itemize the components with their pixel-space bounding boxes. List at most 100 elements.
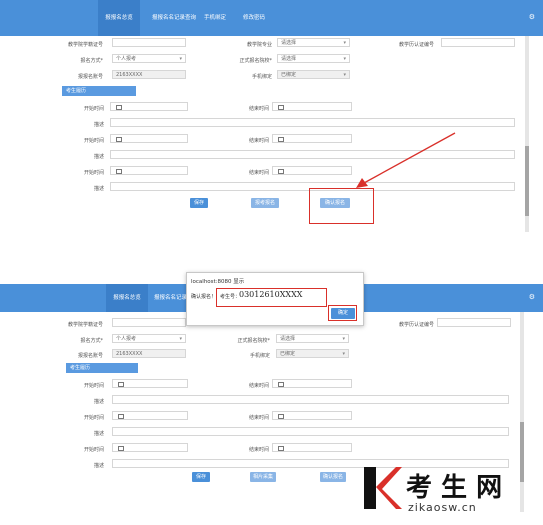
- method-label: 报名方式*: [80, 338, 103, 344]
- start-date-input[interactable]: [112, 443, 188, 452]
- chevron-down-icon: ▾: [342, 336, 345, 342]
- start-date-input[interactable]: [110, 166, 188, 175]
- calendar-icon: [278, 137, 284, 142]
- end-date-input[interactable]: [272, 443, 352, 452]
- desc-label: 描述: [93, 431, 104, 437]
- major-select[interactable]: 请选择 ▾: [277, 38, 350, 47]
- id-input[interactable]: [437, 318, 511, 327]
- phone-select[interactable]: 已绑定 ▾: [276, 349, 349, 358]
- start-date-input[interactable]: [110, 134, 188, 143]
- desc-label: 描述: [93, 154, 104, 160]
- end-label: 结束时间: [248, 383, 269, 389]
- cert-input[interactable]: [112, 318, 186, 327]
- desc-input[interactable]: [112, 395, 509, 404]
- watermark: 考 生 网 zikaosw.cn: [362, 465, 540, 520]
- photo-button[interactable]: 相片采集: [250, 472, 276, 482]
- end-date-input[interactable]: [272, 166, 352, 175]
- end-label: 结束时间: [248, 447, 269, 453]
- start-date-input[interactable]: [110, 102, 188, 111]
- section-header: 考生履历: [62, 86, 136, 96]
- school-select[interactable]: 请选择 ▾: [277, 54, 350, 63]
- desc-label: 描述: [93, 186, 104, 192]
- start-label: 开始时间: [83, 415, 104, 421]
- calendar-icon: [118, 446, 124, 451]
- cert-input[interactable]: [112, 38, 186, 47]
- calendar-icon: [278, 446, 284, 451]
- highlight-box: [309, 188, 374, 224]
- calendar-icon: [118, 382, 124, 387]
- method-label: 报名方式*: [80, 58, 103, 64]
- watermark-url: zikaosw.cn: [408, 501, 477, 514]
- chevron-down-icon: ▾: [342, 351, 345, 357]
- chevron-down-icon: ▾: [343, 72, 346, 78]
- highlight-box: [216, 288, 327, 307]
- desc-input[interactable]: [110, 118, 515, 127]
- id-input[interactable]: [441, 38, 515, 47]
- calendar-icon: [278, 382, 284, 387]
- calendar-icon: [116, 137, 122, 142]
- end-date-input[interactable]: [272, 411, 352, 420]
- calendar-icon: [278, 105, 284, 110]
- major-label: 教学院专业: [246, 42, 272, 48]
- chevron-down-icon: ▾: [343, 56, 346, 62]
- acct-field: 2163XXXX: [112, 70, 186, 79]
- tab-overview[interactable]: 报报名总览: [106, 284, 148, 312]
- gear-icon[interactable]: ⚙: [529, 293, 535, 301]
- end-label: 结束时间: [248, 138, 269, 144]
- scrollbar[interactable]: [525, 36, 529, 232]
- tab-phone[interactable]: 手机绑定: [204, 0, 226, 36]
- school-label: 正式报名院校*: [239, 58, 272, 64]
- start-date-input[interactable]: [112, 411, 188, 420]
- desc-input[interactable]: [112, 427, 509, 436]
- calendar-icon: [278, 169, 284, 174]
- section-header: 考生履历: [66, 363, 138, 373]
- desc-label: 描述: [93, 463, 104, 469]
- logo-mark: [362, 465, 402, 511]
- id-label: 教学历认证编号: [398, 42, 434, 48]
- dialog-message-label: 确认报名！: [191, 294, 217, 300]
- start-label: 开始时间: [83, 170, 104, 176]
- highlight-box: [328, 305, 357, 321]
- chevron-down-icon: ▾: [179, 56, 182, 62]
- method-select[interactable]: 个人报考 ▾: [112, 334, 186, 343]
- top-nav: 报报名总览 报报名名记录查询 手机绑定 修改密码 ⚙: [0, 0, 543, 36]
- calendar-icon: [116, 105, 122, 110]
- save-button[interactable]: 保存: [192, 472, 210, 482]
- school-select[interactable]: 请选择 ▾: [276, 334, 349, 343]
- tab-password[interactable]: 修改密码: [243, 0, 265, 36]
- acct-label: 报报名账号: [77, 353, 103, 359]
- acct-label: 报报名账号: [77, 74, 103, 80]
- top-screenshot: 报报名总览 报报名名记录查询 手机绑定 修改密码 ⚙ 教学院学籍证号 教学院专业…: [0, 0, 543, 238]
- end-date-input[interactable]: [272, 102, 352, 111]
- desc-label: 描述: [93, 399, 104, 405]
- end-date-input[interactable]: [272, 379, 352, 388]
- save-button[interactable]: 保存: [190, 198, 208, 208]
- scrollbar-thumb[interactable]: [525, 146, 529, 216]
- calendar-icon: [116, 169, 122, 174]
- phone-select[interactable]: 已绑定 ▾: [277, 70, 350, 79]
- exam-button[interactable]: 报考报名: [251, 198, 279, 208]
- calendar-icon: [118, 414, 124, 419]
- chevron-down-icon: ▾: [343, 40, 346, 46]
- tab-records[interactable]: 报报名名记录查询: [152, 0, 196, 36]
- end-label: 结束时间: [248, 170, 269, 176]
- start-label: 开始时间: [83, 138, 104, 144]
- end-date-input[interactable]: [272, 134, 352, 143]
- method-select[interactable]: 个人报考 ▾: [112, 54, 186, 63]
- dialog-title: localhost:8080 显示: [191, 279, 245, 285]
- calendar-icon: [278, 414, 284, 419]
- end-label: 结束时间: [248, 106, 269, 112]
- tab-overview[interactable]: 报报名总览: [98, 0, 140, 36]
- watermark-title: 考 生 网: [406, 473, 503, 503]
- acct-field: 2163XXXX: [112, 349, 186, 358]
- phone-label: 手机绑定: [249, 353, 270, 359]
- chevron-down-icon: ▾: [179, 336, 182, 342]
- desc-input[interactable]: [110, 150, 515, 159]
- gear-icon[interactable]: ⚙: [529, 13, 535, 21]
- id-label: 教学历认证编号: [398, 322, 434, 328]
- cert-label: 教学院学籍证号: [67, 42, 103, 48]
- confirm-registration-button[interactable]: 确认报名: [320, 472, 346, 482]
- end-label: 结束时间: [248, 415, 269, 421]
- start-date-input[interactable]: [112, 379, 188, 388]
- school-label: 正式报名院校*: [237, 338, 270, 344]
